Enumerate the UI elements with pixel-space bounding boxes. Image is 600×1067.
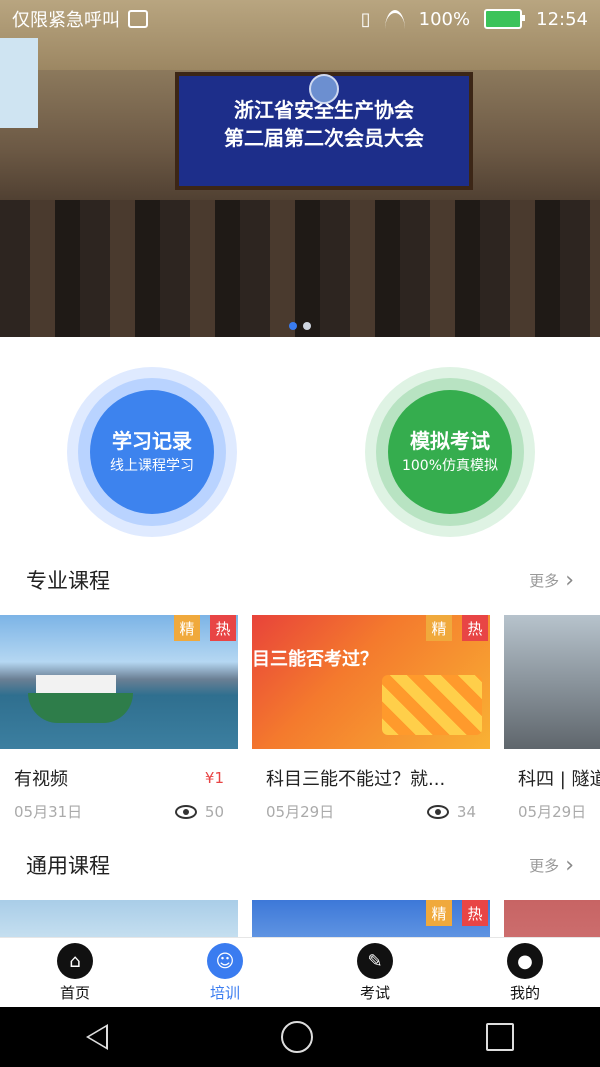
- pro-course-list[interactable]: 精 热 有视频 ¥1 05月31日 50 目三能否考过？ 精 热 科目三能不能过…: [0, 615, 600, 825]
- chevron-right-icon: ›: [565, 567, 574, 593]
- hot-badge: 热: [462, 615, 488, 641]
- course-card[interactable]: 精 热: [252, 900, 490, 937]
- course-card[interactable]: [504, 900, 600, 937]
- course-title: 科目三能不能过？就...: [266, 769, 446, 790]
- course-thumbnail: 目三能否考过？ 精 热: [252, 615, 490, 749]
- sim-icon: [128, 10, 148, 28]
- banner-line2: 第二届第二次会员大会: [224, 126, 424, 150]
- vibrate-icon: ▯: [360, 8, 371, 30]
- tab-exam[interactable]: ✎ 考试: [300, 938, 450, 1008]
- gen-course-list[interactable]: 精 热: [0, 900, 600, 937]
- chevron-right-icon: ›: [565, 852, 574, 878]
- course-views: 50: [204, 802, 224, 821]
- back-icon[interactable]: [86, 1024, 109, 1050]
- course-date: 05月31日: [14, 803, 83, 821]
- eye-icon: [174, 805, 197, 819]
- home-circle-icon[interactable]: [280, 1021, 313, 1053]
- tab-home-label: 首页: [59, 984, 90, 1002]
- tab-mine-label: 我的: [509, 984, 540, 1002]
- course-card[interactable]: 科四 | 隧道 05月29日: [504, 615, 600, 825]
- course-date: 05月29日: [266, 803, 335, 821]
- pro-more-link[interactable]: 更多 ›: [529, 568, 574, 593]
- pro-section-title: 专业课程: [26, 569, 110, 593]
- course-thumbnail: [504, 900, 600, 937]
- course-title: 科四 | 隧道: [518, 769, 600, 790]
- pro-section-header: 专业课程 更多 ›: [0, 555, 600, 605]
- course-thumbnail: 精 热: [252, 900, 490, 937]
- user-icon: ●: [507, 943, 543, 979]
- course-title: 有视频: [14, 769, 68, 790]
- hot-badge: 热: [210, 615, 236, 641]
- exam-icon: ✎: [357, 943, 393, 979]
- system-nav-bar: [0, 1007, 600, 1067]
- course-thumbnail: [0, 900, 238, 937]
- course-thumbnail: [504, 615, 600, 749]
- course-card[interactable]: [0, 900, 238, 937]
- mock-exam-button[interactable]: 模拟考试 100%仿真模拟: [365, 367, 535, 537]
- study-record-button[interactable]: 学习记录 线上课程学习: [67, 367, 237, 537]
- banner-carousel[interactable]: 浙江省安全生产协会 第二届第二次会员大会: [0, 0, 600, 337]
- recent-apps-icon[interactable]: [485, 1023, 514, 1051]
- featured-badge: 精: [426, 900, 452, 926]
- featured-badge: 精: [426, 615, 452, 641]
- study-record-title: 学习记录: [112, 429, 192, 453]
- banner-side-screen: [0, 38, 38, 128]
- banner-stage-backdrop: 浙江省安全生产协会 第二届第二次会员大会: [175, 72, 473, 190]
- battery-icon: [484, 9, 526, 29]
- clock: 12:54: [536, 8, 588, 30]
- main-content: 学习记录 线上课程学习 模拟考试 100%仿真模拟 专业课程 更多 › 精 热: [0, 337, 600, 937]
- course-price: ¥1: [204, 769, 224, 787]
- training-icon: ☺: [207, 943, 243, 979]
- carousel-indicator: [0, 322, 600, 330]
- tab-home[interactable]: ⌂ 首页: [0, 938, 150, 1008]
- mock-exam-title: 模拟考试: [410, 429, 490, 453]
- thumbnail-caption: 目三能否考过？: [252, 649, 378, 670]
- gen-more-link[interactable]: 更多 ›: [529, 853, 574, 878]
- study-record-subtitle: 线上课程学习: [110, 458, 194, 474]
- course-card[interactable]: 精 热 有视频 ¥1 05月31日 50: [0, 615, 238, 825]
- course-date: 05月29日: [518, 803, 587, 821]
- bottom-tab-bar: ⌂ 首页 ☺ 培训 ✎ 考试 ● 我的: [0, 937, 600, 1008]
- carousel-dot-1[interactable]: [289, 322, 297, 330]
- home-icon: ⌂: [57, 943, 93, 979]
- mock-exam-subtitle: 100%仿真模拟: [401, 458, 499, 474]
- carrier-text: 仅限紧急呼叫: [12, 10, 120, 31]
- wifi-icon: [384, 9, 405, 29]
- tab-training[interactable]: ☺ 培训: [150, 938, 300, 1008]
- banner-emblem-icon: [309, 74, 339, 104]
- eye-icon: [426, 805, 449, 819]
- gen-section-header: 通用课程 更多 ›: [0, 840, 600, 890]
- featured-badge: 精: [174, 615, 200, 641]
- banner-audience: [0, 200, 600, 337]
- pro-more-label: 更多: [529, 571, 560, 590]
- course-thumbnail: 精 热: [0, 615, 238, 749]
- hot-badge: 热: [462, 900, 488, 926]
- quick-actions: 学习记录 线上课程学习 模拟考试 100%仿真模拟: [0, 367, 600, 537]
- battery-percent: 100%: [418, 8, 471, 30]
- tab-mine[interactable]: ● 我的: [450, 938, 600, 1008]
- tab-exam-label: 考试: [359, 984, 390, 1002]
- gen-section-title: 通用课程: [26, 854, 110, 878]
- gen-more-label: 更多: [529, 856, 560, 875]
- status-bar: 仅限紧急呼叫 ▯ 100% 12:54: [0, 0, 600, 38]
- tab-training-label: 培训: [209, 984, 240, 1002]
- course-card[interactable]: 目三能否考过？ 精 热 科目三能不能过？就... 05月29日 34: [252, 615, 490, 825]
- carousel-dot-2[interactable]: [303, 322, 311, 330]
- course-views: 34: [456, 802, 476, 821]
